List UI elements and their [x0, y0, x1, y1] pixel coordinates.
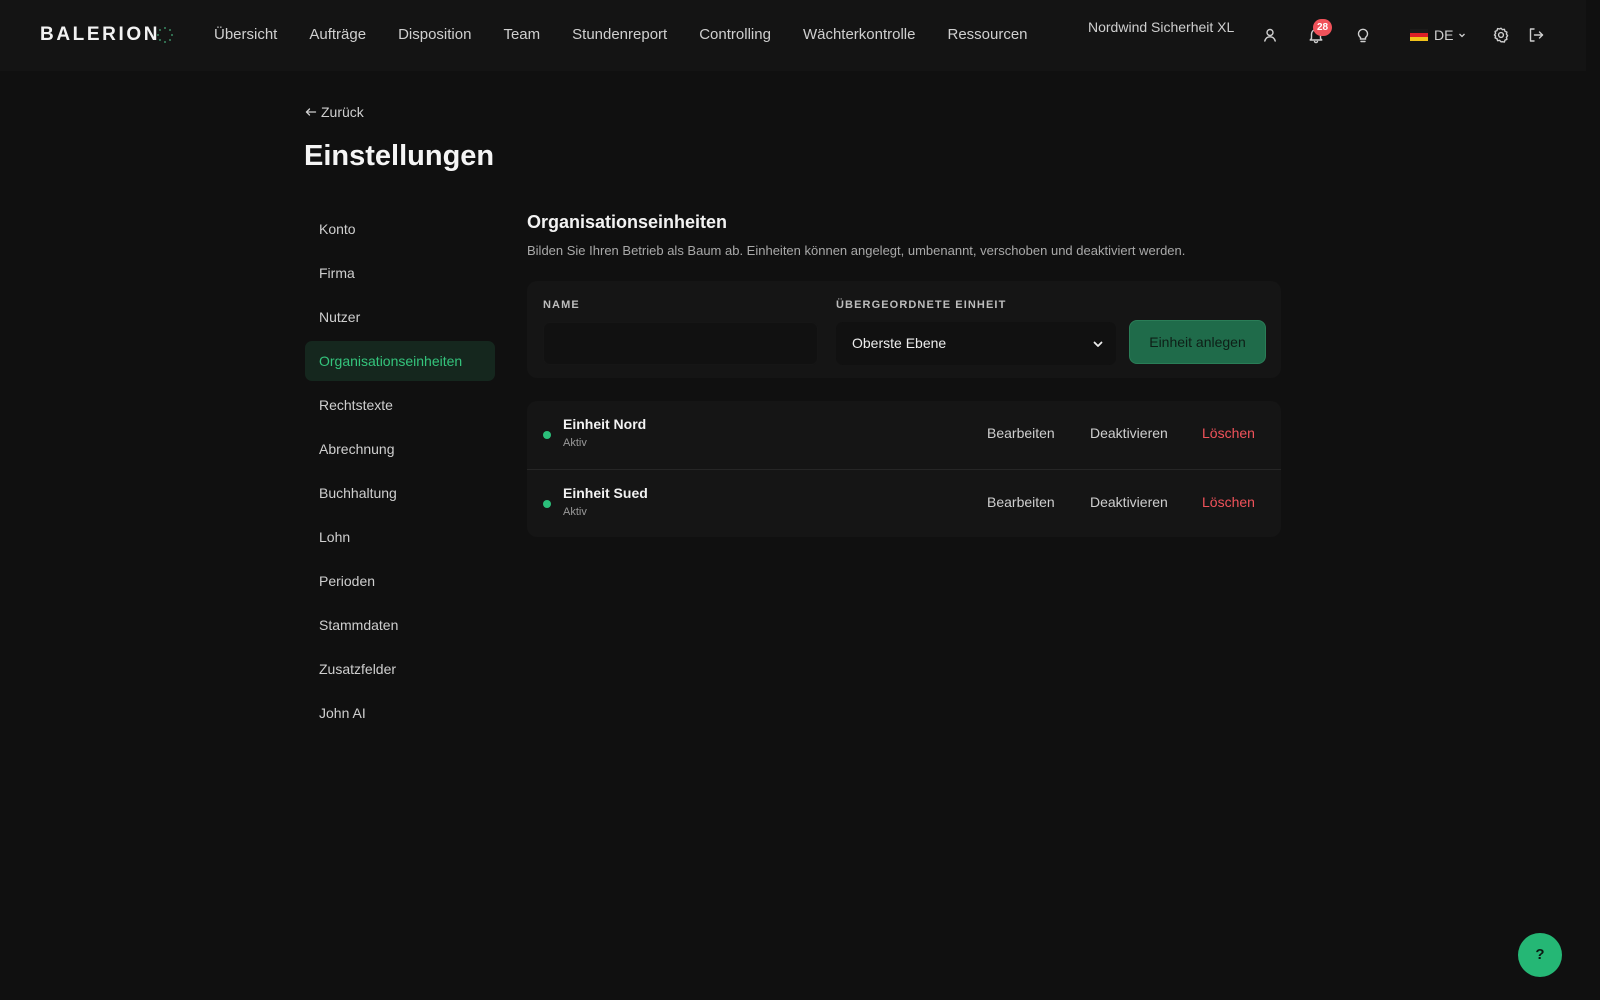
back-label: Zurück	[321, 104, 364, 120]
create-unit-button[interactable]: Einheit anlegen	[1129, 320, 1266, 364]
list-item: Einheit Sued Aktiv Bearbeiten Deaktivier…	[527, 469, 1281, 537]
unit-status: Aktiv	[563, 506, 587, 518]
help-button[interactable]: ?	[1518, 933, 1562, 977]
nav-item-auftraege[interactable]: Aufträge	[309, 26, 366, 43]
sidenav-item-nutzer[interactable]: Nutzer	[305, 297, 495, 337]
parent-unit-value: Oberste Ebene	[852, 335, 947, 351]
nav-item-controlling[interactable]: Controlling	[699, 26, 771, 43]
nav-item-waechterkontrolle[interactable]: Wächterkontrolle	[803, 26, 916, 43]
parent-unit-label: ÜBERGEORDNETE EINHEIT	[836, 299, 1007, 311]
lightbulb-icon[interactable]	[1354, 26, 1372, 44]
sidenav-item-perioden[interactable]: Perioden	[305, 561, 495, 601]
sidenav-item-lohn[interactable]: Lohn	[305, 517, 495, 557]
edit-button[interactable]: Bearbeiten	[987, 425, 1055, 441]
chevron-down-icon	[1093, 341, 1103, 347]
edit-button[interactable]: Bearbeiten	[987, 494, 1055, 510]
top-bar: BALERION Übersicht Aufträge Disposition …	[0, 0, 1586, 71]
nav-item-ressourcen[interactable]: Ressourcen	[947, 26, 1027, 43]
unit-name: Einheit Nord	[563, 416, 647, 432]
nav-item-disposition[interactable]: Disposition	[398, 26, 471, 43]
section-title: Organisationseinheiten	[527, 212, 728, 232]
back-link[interactable]: Zurück	[305, 104, 364, 120]
parent-unit-select[interactable]: Oberste Ebene	[836, 322, 1116, 365]
brand-logo[interactable]: BALERION	[40, 24, 160, 46]
delete-button[interactable]: Löschen	[1202, 494, 1255, 510]
gear-icon[interactable]	[1492, 26, 1510, 44]
sidenav-item-abrechnung[interactable]: Abrechnung	[305, 429, 495, 469]
deactivate-button[interactable]: Deaktivieren	[1090, 494, 1168, 510]
sidenav-item-buchhaltung[interactable]: Buchhaltung	[305, 473, 495, 513]
deactivate-button[interactable]: Deaktivieren	[1090, 425, 1168, 441]
sidenav-item-firma[interactable]: Firma	[305, 253, 495, 293]
user-icon[interactable]	[1261, 26, 1279, 44]
sidenav-item-rechtstexte[interactable]: Rechtstexte	[305, 385, 495, 425]
sidenav-item-stammdaten[interactable]: Stammdaten	[305, 605, 495, 645]
section-description: Bilden Sie Ihren Betrieb als Baum ab. Ei…	[527, 243, 1186, 258]
sidenav-item-john-ai[interactable]: John AI	[305, 693, 495, 733]
notification-count-badge: 28	[1313, 19, 1332, 36]
germany-flag-icon	[1410, 29, 1428, 41]
name-field-label: NAME	[543, 299, 580, 311]
name-input[interactable]	[543, 322, 818, 365]
sidenav-item-konto[interactable]: Konto	[305, 209, 495, 249]
list-item: Einheit Nord Aktiv Bearbeiten Deaktivier…	[527, 401, 1281, 469]
units-list: Einheit Nord Aktiv Bearbeiten Deaktivier…	[527, 401, 1281, 537]
nav-item-team[interactable]: Team	[503, 26, 540, 43]
settings-sidenav: Konto Firma Nutzer Organisationseinheite…	[305, 209, 495, 737]
language-selector[interactable]: DE	[1410, 27, 1467, 43]
nav-item-stundenreport[interactable]: Stundenreport	[572, 26, 667, 43]
create-unit-form: NAME ÜBERGEORDNETE EINHEIT Oberste Ebene…	[527, 281, 1281, 378]
delete-button[interactable]: Löschen	[1202, 425, 1255, 441]
page-title: Einstellungen	[304, 140, 495, 172]
logout-icon[interactable]	[1527, 26, 1545, 44]
unit-name: Einheit Sued	[563, 485, 648, 501]
unit-status: Aktiv	[563, 437, 587, 449]
status-dot-icon	[543, 500, 551, 508]
chevron-down-icon	[1459, 33, 1466, 38]
sidenav-item-organisationseinheiten[interactable]: Organisationseinheiten	[305, 341, 495, 381]
organization-name: Nordwind Sicherheit XL	[1088, 19, 1235, 35]
status-dot-icon	[543, 431, 551, 439]
arrow-left-icon	[305, 108, 317, 116]
language-label: DE	[1434, 27, 1454, 43]
sidenav-item-zusatzfelder[interactable]: Zusatzfelder	[305, 649, 495, 689]
nav-item-uebersicht[interactable]: Übersicht	[214, 26, 277, 43]
brand-mark-icon	[157, 27, 173, 43]
main-nav: Übersicht Aufträge Disposition Team Stun…	[214, 26, 1060, 43]
